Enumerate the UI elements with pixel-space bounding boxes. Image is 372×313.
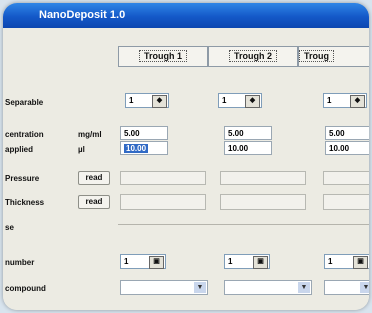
chevron-down-icon[interactable]: ▼ (298, 282, 310, 293)
compound-select-3[interactable]: ▼ (324, 280, 369, 295)
thickness-field-3 (323, 194, 369, 210)
section-divider (118, 224, 369, 225)
applied-label: applied (5, 145, 34, 154)
applied-value-selected: 10.00 (124, 144, 149, 153)
applied-unit: µl (78, 145, 85, 154)
spin-arrows-icon[interactable]: ◆ (245, 95, 260, 108)
pressure-field-3 (323, 171, 369, 185)
spinner-value: 1 (129, 96, 134, 105)
spin-arrows-icon[interactable]: ▣ (149, 256, 164, 269)
concentration-field-2[interactable]: 5.00 (224, 126, 272, 140)
spin-arrows-icon[interactable]: ▣ (253, 256, 268, 269)
number-spinner-3[interactable]: 1 ▣ (324, 254, 369, 269)
compound-select-2[interactable]: ▼ (224, 280, 312, 295)
spin-arrows-icon[interactable]: ◆ (350, 95, 365, 108)
pressure-read-button[interactable]: read (78, 171, 110, 185)
thickness-field-2 (220, 194, 306, 210)
pressure-label: Pressure (5, 174, 40, 183)
tab-baseline (118, 66, 369, 67)
spinner-value: 1 (228, 257, 233, 266)
separable-label: Separable (5, 98, 44, 107)
number-label: number (5, 258, 35, 267)
chevron-down-icon[interactable]: ▼ (194, 282, 206, 293)
number-spinner-2[interactable]: 1 ▣ (224, 254, 270, 269)
tab-trough-1[interactable]: Trough 1 (118, 46, 208, 67)
separable-spinner-2[interactable]: 1 ◆ (218, 93, 262, 108)
spin-arrows-icon[interactable]: ◆ (152, 95, 167, 108)
window-title: NanoDeposit 1.0 (39, 9, 126, 21)
concentration-label: centration (5, 130, 44, 139)
applied-field-3[interactable]: 10.00 (325, 141, 369, 155)
concentration-field-1[interactable]: 5.00 (120, 126, 168, 140)
spinner-value: 1 (222, 96, 227, 105)
compound-label: compound (5, 284, 46, 293)
tab-trough-3[interactable]: Troug (298, 46, 369, 67)
separable-spinner-3[interactable]: 1 ◆ (323, 93, 367, 108)
tab-label: Trough 2 (229, 50, 277, 62)
pressure-field-2 (220, 171, 306, 185)
thickness-field-1 (120, 194, 206, 210)
spinner-value: 1 (124, 257, 129, 266)
chevron-down-icon[interactable]: ▼ (360, 282, 369, 293)
pressure-field-1 (120, 171, 206, 185)
applied-field-2[interactable]: 10.00 (224, 141, 272, 155)
title-bar: NanoDeposit 1.0 (3, 3, 369, 28)
concentration-unit: mg/ml (78, 130, 102, 139)
applied-field-1[interactable]: 10.00 (120, 141, 168, 155)
spinner-value: 1 (327, 96, 332, 105)
spin-arrows-icon[interactable]: ▣ (353, 256, 368, 269)
tab-trough-2[interactable]: Trough 2 (208, 46, 298, 67)
compound-select-1[interactable]: ▼ (120, 280, 208, 295)
separable-spinner-1[interactable]: 1 ◆ (125, 93, 169, 108)
tab-label: Trough 1 (139, 50, 187, 62)
window: NanoDeposit 1.0 Trough 1 Trough 2 Troug … (3, 3, 369, 310)
section-label: se (5, 223, 14, 232)
dialog-body: Trough 1 Trough 2 Troug Separable 1 ◆ 1 ◆ … (3, 28, 369, 310)
thickness-read-button[interactable]: read (78, 195, 110, 209)
number-spinner-1[interactable]: 1 ▣ (120, 254, 166, 269)
thickness-label: Thickness (5, 198, 45, 207)
concentration-field-3[interactable]: 5.00 (325, 126, 369, 140)
spinner-value: 1 (328, 257, 333, 266)
tab-label: Troug (299, 50, 334, 62)
